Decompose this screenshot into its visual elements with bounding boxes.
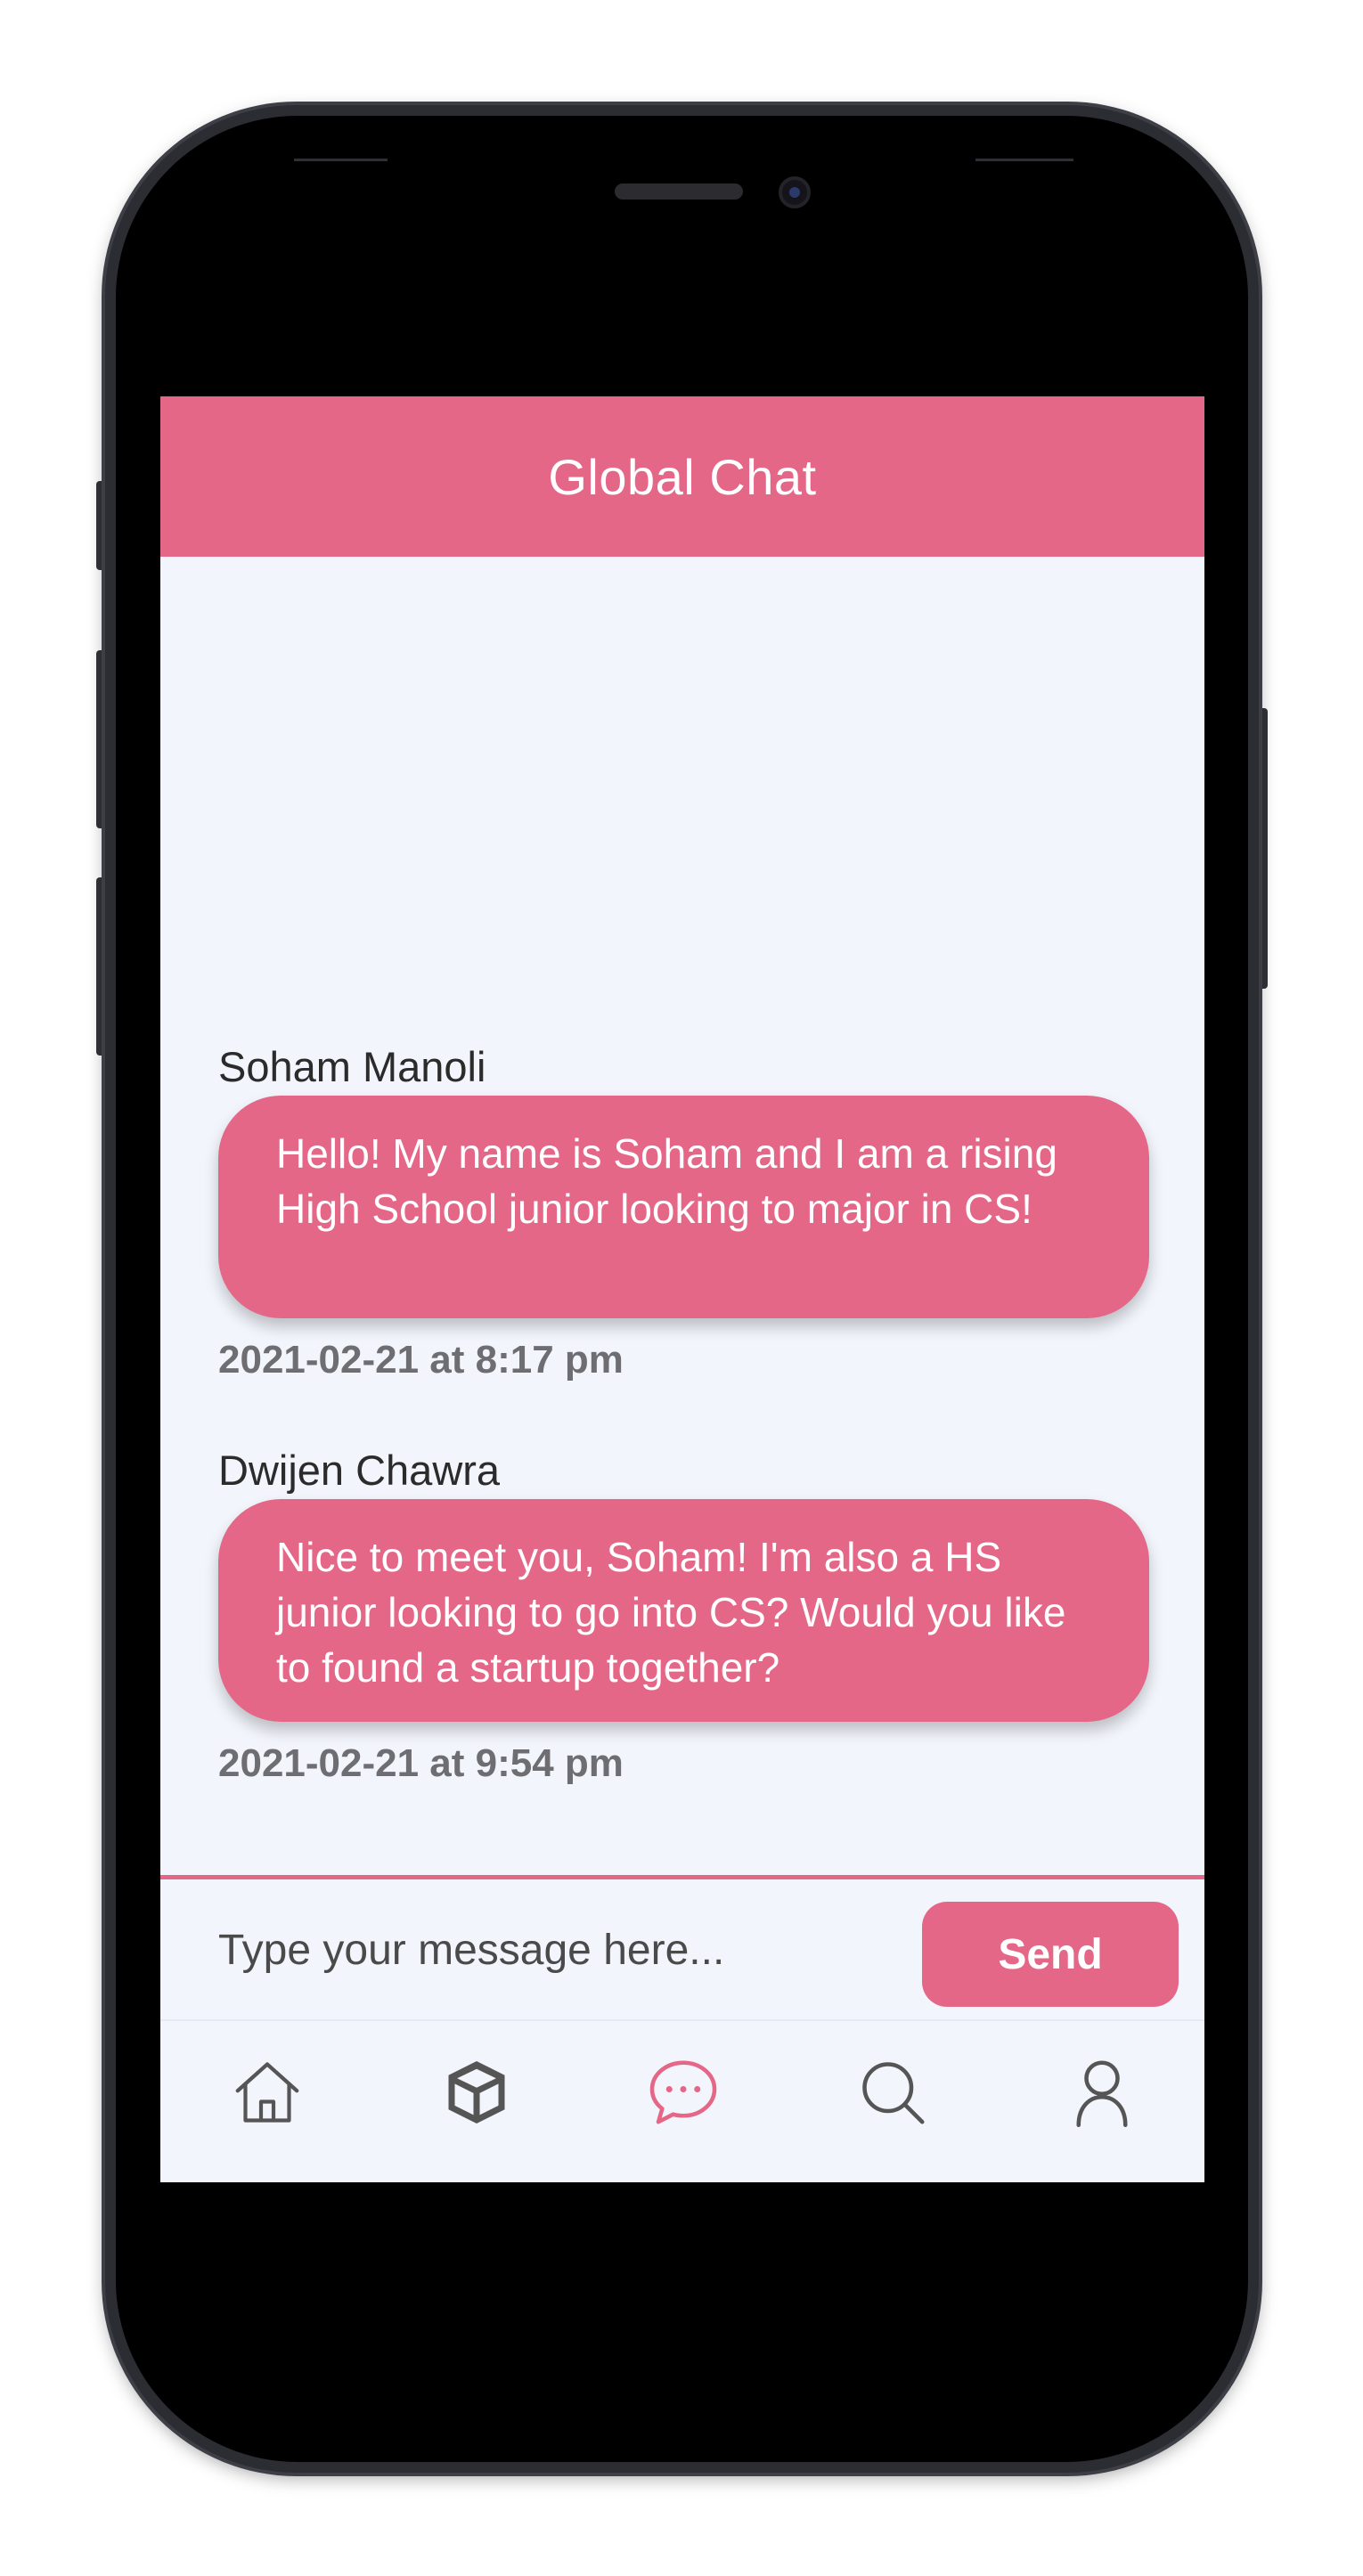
chat-bubble-icon [649,2060,717,2124]
message-input[interactable]: Type your message here... [218,1906,842,1995]
message-composer: Type your message here... Send [160,1875,1204,2019]
chat-header: Global Chat [160,396,1204,557]
send-button[interactable]: Send [922,1902,1179,2007]
antenna-line-left [294,159,388,161]
cube-icon [448,2061,505,2124]
message-sender: Soham Manoli [218,1043,486,1090]
message-bubble: Hello! My name is Soham and I am a risin… [218,1096,1149,1318]
antenna-line-right [975,159,1073,161]
nav-search[interactable] [848,2048,937,2137]
message-timestamp: 2021-02-21 at 9:54 pm [218,1741,624,1785]
front-camera [779,176,811,208]
message-item: Dwijen Chawra Nice to meet you, Soham! I… [218,1441,1149,1786]
page-title: Global Chat [548,448,817,505]
search-icon [862,2062,925,2124]
nav-profile[interactable] [1057,2048,1147,2137]
profile-icon [1076,2060,1128,2128]
message-timestamp: 2021-02-21 at 8:17 pm [218,1338,624,1382]
message-sender: Dwijen Chawra [218,1447,501,1494]
earpiece-speaker [615,183,743,200]
nav-chat[interactable] [639,2048,728,2137]
nav-home[interactable] [223,2048,312,2137]
message-item: Soham Manoli Hello! My name is Soham and… [218,1038,1149,1382]
message-bubble: Nice to meet you, Soham! I'm also a HS j… [218,1499,1149,1722]
bottom-nav [160,2019,1204,2182]
home-icon [235,2062,299,2123]
app-screen: Global Chat Soham Manoli Hello! My name … [160,396,1204,2182]
nav-cube[interactable] [432,2048,521,2137]
